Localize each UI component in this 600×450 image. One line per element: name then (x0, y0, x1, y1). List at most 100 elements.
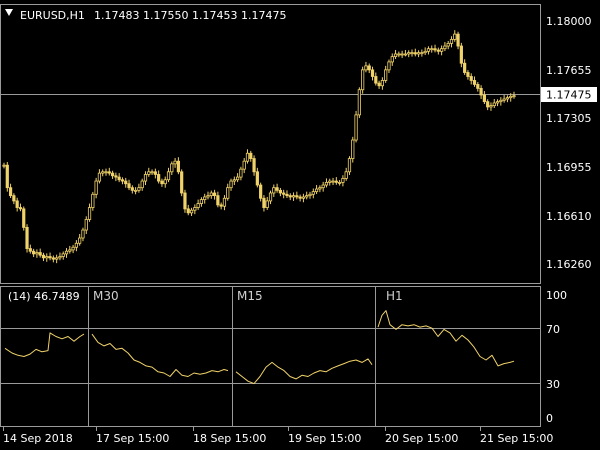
price-candle-body (341, 178, 345, 183)
price-candle-body (38, 252, 42, 256)
price-candle-body (94, 180, 98, 195)
price-candle-body (344, 171, 348, 179)
price-candle-body (110, 172, 115, 177)
price-candle-body (150, 171, 154, 174)
price-candle-body (278, 189, 282, 194)
chart-menu-triangle-icon[interactable] (5, 9, 13, 16)
price-candle-body (71, 246, 75, 251)
price-candle-body (440, 48, 444, 52)
price-candle-body (199, 199, 204, 204)
price-candle-body (288, 195, 292, 198)
price-candle-body (472, 80, 477, 85)
price-candle-body (426, 48, 431, 52)
price-candle-body (423, 50, 427, 54)
price-candle-body (173, 160, 177, 165)
price-candle-body (170, 163, 174, 173)
price-candle-body (334, 180, 338, 183)
price-candle-body (114, 175, 118, 178)
price-candle-body (311, 191, 315, 195)
price-candle-body (97, 172, 102, 182)
indicator-level-label: 100 (546, 289, 567, 302)
price-candle-body (285, 193, 289, 197)
price-candle-body (390, 56, 394, 63)
price-candle-body (203, 196, 207, 200)
price-candle-body (463, 62, 467, 73)
indicator-lines (4, 310, 515, 385)
price-candle-body (229, 180, 233, 189)
price-candle-body (32, 250, 36, 255)
indicator-panel-label-h1: H1 (386, 289, 403, 303)
price-candle-body (338, 181, 342, 184)
price-candle-body (51, 257, 55, 260)
price-candle-body (84, 219, 88, 231)
price-candle-body (446, 42, 450, 47)
price-candle-body (48, 256, 52, 259)
price-candle-body (18, 207, 23, 210)
indicator-series-line (91, 333, 229, 377)
price-candle-body (222, 197, 227, 207)
price-candle-body (5, 164, 9, 189)
price-candle-body (8, 187, 13, 197)
price-candle-body (433, 48, 437, 51)
indicator-series-line (4, 332, 85, 357)
chart-canvas[interactable]: EURUSD,H1 1.17483 1.17550 1.17453 1.1747… (0, 0, 600, 450)
price-candle-body (272, 187, 276, 194)
indicator-frame (0, 286, 541, 427)
price-axis-label: 1.18000 (546, 15, 592, 28)
price-candle-body (387, 61, 391, 71)
price-candle-body (291, 195, 296, 198)
price-candle-body (219, 204, 223, 207)
price-candle-body (492, 102, 496, 107)
price-candle-body (124, 180, 128, 185)
price-candle-body (28, 248, 32, 252)
price-candle-body (107, 171, 111, 174)
price-candle-body (505, 97, 510, 100)
price-candle-body (68, 249, 72, 252)
price-candle-body (469, 76, 473, 81)
price-candle-body (502, 98, 506, 101)
price-candle-body (61, 253, 65, 257)
price-candle-body (239, 168, 243, 178)
price-candle-body (78, 237, 82, 244)
time-axis-label: 20 Sep 15:00 (385, 432, 458, 445)
price-candle-body (134, 189, 138, 192)
price-candle-body (374, 76, 378, 84)
price-candle-body (331, 180, 335, 183)
price-candle-body (364, 65, 368, 71)
price-candle-body (180, 171, 184, 194)
price-candle-body (397, 53, 401, 56)
price-candle-body (489, 105, 493, 108)
price-candle-body (351, 139, 355, 159)
price-candle-body (413, 52, 417, 55)
price-candle-body (206, 195, 210, 198)
indicator-level-label: 70 (546, 323, 560, 336)
price-candle-body (25, 226, 29, 249)
price-candle-body (361, 69, 365, 91)
price-candle-body (104, 171, 108, 174)
indicator-level-label: 30 (546, 378, 560, 391)
price-axis-label: 1.16260 (546, 258, 592, 271)
price-candle-body (166, 171, 171, 181)
price-candle-body (196, 203, 200, 208)
price-candle-body (295, 195, 299, 198)
price-candle-body (81, 229, 85, 239)
price-candle-body (45, 256, 49, 259)
price-candle-body (189, 209, 194, 214)
price-candle-body (420, 52, 424, 55)
price-candle-body (459, 45, 463, 64)
price-candle-body (324, 181, 329, 186)
price-candle-body (41, 254, 46, 259)
price-candle-body (407, 52, 411, 55)
price-candle-body (22, 208, 26, 228)
price-candle-body (482, 94, 486, 103)
price-candle-body (499, 99, 503, 103)
price-candle-body (282, 192, 286, 195)
price-candle-body (120, 179, 125, 182)
price-candle-body (384, 69, 388, 81)
price-candle-body (35, 252, 39, 255)
price-candle-body (157, 174, 161, 182)
price-candle-body (479, 88, 483, 96)
price-candle-body (58, 256, 62, 259)
price-candle-body (226, 187, 230, 199)
price-candle-body (74, 242, 78, 248)
